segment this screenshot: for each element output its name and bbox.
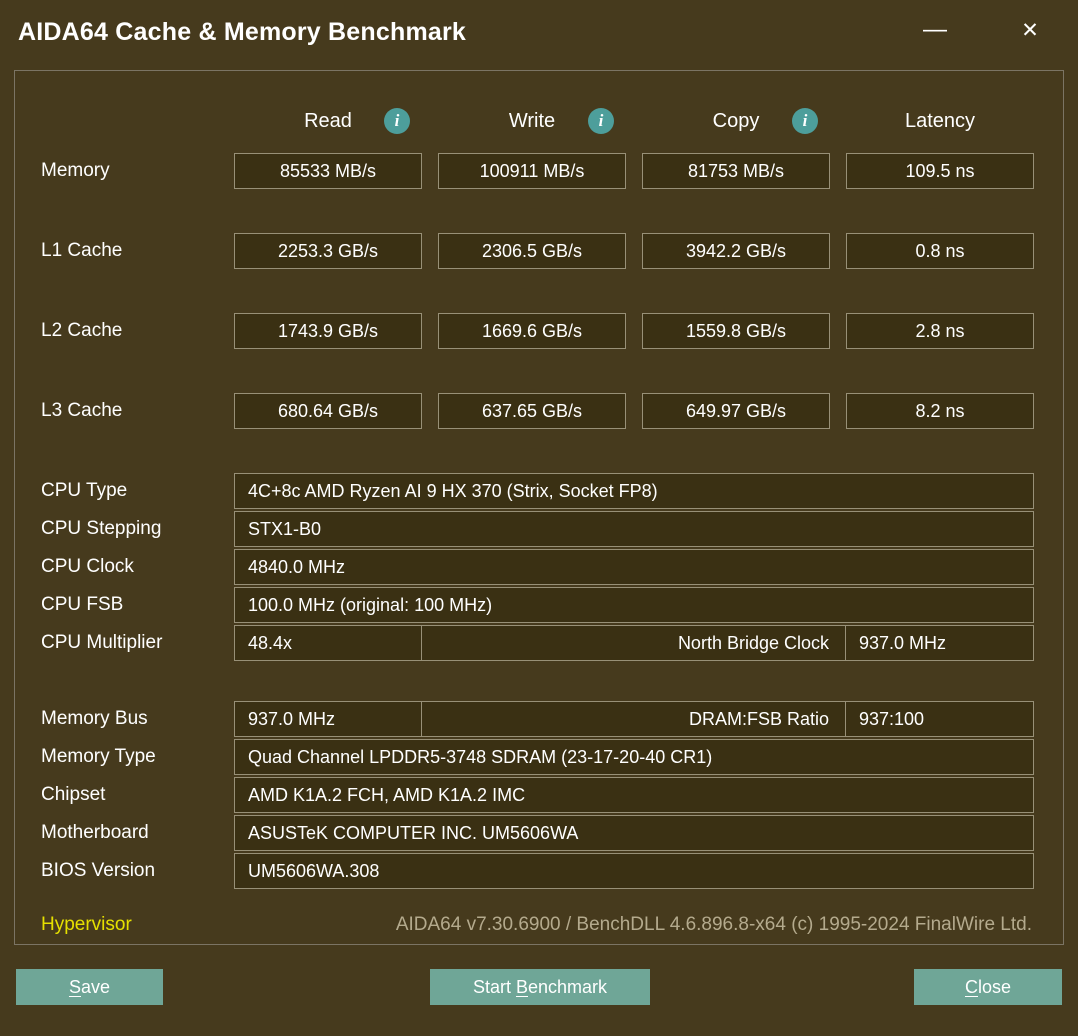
north-bridge-clock-label: North Bridge Clock — [421, 625, 846, 661]
info-label: CPU Clock — [41, 556, 134, 577]
info-row-cpu-type: CPU Type 4C+8c AMD Ryzen AI 9 HX 370 (St… — [15, 473, 1063, 509]
info-value-box: Quad Channel LPDDR5-3748 SDRAM (23-17-20… — [234, 739, 1034, 775]
info-row-chipset: Chipset AMD K1A.2 FCH, AMD K1A.2 IMC — [15, 777, 1063, 813]
benchmark-panel: Read i Write i Copy i Latency Memory 855… — [14, 70, 1064, 945]
titlebar-close-button[interactable]: ✕ — [1008, 10, 1052, 50]
row-label: L1 Cache — [41, 240, 123, 261]
hypervisor-label: Hypervisor — [41, 914, 132, 935]
value-box: 8.2 ns — [846, 393, 1034, 429]
bench-row-l1-cache: L1 Cache 2253.3 GB/s 2306.5 GB/s 3942.2 … — [15, 233, 1063, 269]
minimize-button[interactable]: — — [913, 10, 957, 50]
column-header-copy: Copy i — [642, 101, 830, 141]
column-header-label: Copy — [712, 109, 760, 132]
info-label: CPU Type — [41, 480, 128, 501]
info-value-box: STX1-B0 — [234, 511, 1034, 547]
value-box: 1743.9 GB/s — [234, 313, 422, 349]
value-box: 2253.3 GB/s — [234, 233, 422, 269]
info-label: Motherboard — [41, 822, 149, 843]
column-header-latency: Latency — [846, 101, 1034, 141]
column-header-read: Read i — [234, 101, 422, 141]
info-value-box: UM5606WA.308 — [234, 853, 1034, 889]
info-value-box: 4840.0 MHz — [234, 549, 1034, 585]
value-box: 680.64 GB/s — [234, 393, 422, 429]
value-box: 85533 MB/s — [234, 153, 422, 189]
button-label-part: Start — [472, 976, 516, 997]
info-row-cpu-multiplier: CPU Multiplier 48.4x North Bridge Clock … — [15, 625, 1063, 661]
info-row-cpu-clock: CPU Clock 4840.0 MHz — [15, 549, 1063, 585]
memory-bus-value-box: 937.0 MHz — [234, 701, 422, 737]
info-icon[interactable]: i — [588, 108, 614, 134]
button-access-key: C — [964, 976, 978, 997]
bench-row-l3-cache: L3 Cache 680.64 GB/s 637.65 GB/s 649.97 … — [15, 393, 1063, 429]
value-box: 109.5 ns — [846, 153, 1034, 189]
info-label: Memory Bus — [41, 708, 148, 729]
cpu-multiplier-value-box: 48.4x — [234, 625, 422, 661]
info-value-box: AMD K1A.2 FCH, AMD K1A.2 IMC — [234, 777, 1034, 813]
value-box: 1559.8 GB/s — [642, 313, 830, 349]
info-label: CPU Multiplier — [41, 632, 163, 653]
column-header-write: Write i — [438, 101, 626, 141]
button-access-key: B — [515, 976, 528, 997]
dram-fsb-ratio-value-box: 937:100 — [845, 701, 1034, 737]
info-icon-glyph: i — [802, 111, 808, 130]
value-box: 3942.2 GB/s — [642, 233, 830, 269]
column-header-row: Read i Write i Copy i Latency — [234, 101, 1034, 141]
value-box: 637.65 GB/s — [438, 393, 626, 429]
titlebar[interactable]: AIDA64 Cache & Memory Benchmark — ✕ — [0, 0, 1078, 70]
info-row-memory-type: Memory Type Quad Channel LPDDR5-3748 SDR… — [15, 739, 1063, 775]
button-label-part: enchmark — [528, 976, 608, 997]
close-button[interactable]: Close — [914, 969, 1062, 1005]
value-box: 100911 MB/s — [438, 153, 626, 189]
value-box: 1669.6 GB/s — [438, 313, 626, 349]
save-button[interactable]: Save — [16, 969, 163, 1005]
info-label: CPU FSB — [41, 594, 124, 615]
info-row-memory-bus: Memory Bus 937.0 MHz DRAM:FSB Ratio 937:… — [15, 701, 1063, 737]
start-benchmark-button[interactable]: Start Benchmark — [430, 969, 650, 1005]
info-value-box: 100.0 MHz (original: 100 MHz) — [234, 587, 1034, 623]
info-label: Memory Type — [41, 746, 156, 767]
button-label-part: lose — [977, 976, 1012, 997]
info-icon-glyph: i — [598, 111, 604, 130]
close-icon: ✕ — [1021, 18, 1039, 42]
column-header-label: Write — [508, 109, 556, 132]
bench-row-l2-cache: L2 Cache 1743.9 GB/s 1669.6 GB/s 1559.8 … — [15, 313, 1063, 349]
info-icon[interactable]: i — [384, 108, 410, 134]
info-row-motherboard: Motherboard ASUSTeK COMPUTER INC. UM5606… — [15, 815, 1063, 851]
row-label: L3 Cache — [41, 400, 123, 421]
column-header-label: Latency — [904, 109, 976, 132]
version-text: AIDA64 v7.30.6900 / BenchDLL 4.6.896.8-x… — [395, 914, 1032, 935]
window-title: AIDA64 Cache & Memory Benchmark — [18, 18, 467, 46]
value-box: 2.8 ns — [846, 313, 1034, 349]
info-label: BIOS Version — [41, 860, 156, 881]
minimize-icon: — — [923, 16, 947, 43]
row-label: Memory — [41, 160, 110, 181]
bench-row-memory: Memory 85533 MB/s 100911 MB/s 81753 MB/s… — [15, 153, 1063, 189]
value-box: 0.8 ns — [846, 233, 1034, 269]
value-box: 81753 MB/s — [642, 153, 830, 189]
aida64-benchmark-window: { "window": { "title": "AIDA64 Cache & M… — [0, 0, 1078, 1036]
info-label: CPU Stepping — [41, 518, 162, 539]
info-icon-glyph: i — [394, 111, 400, 130]
button-access-key: S — [68, 976, 81, 997]
info-value-box: 4C+8c AMD Ryzen AI 9 HX 370 (Strix, Sock… — [234, 473, 1034, 509]
info-value-box: ASUSTeK COMPUTER INC. UM5606WA — [234, 815, 1034, 851]
value-box: 2306.5 GB/s — [438, 233, 626, 269]
north-bridge-clock-value-box: 937.0 MHz — [845, 625, 1034, 661]
info-row-cpu-fsb: CPU FSB 100.0 MHz (original: 100 MHz) — [15, 587, 1063, 623]
info-row-bios-version: BIOS Version UM5606WA.308 — [15, 853, 1063, 889]
info-row-cpu-stepping: CPU Stepping STX1-B0 — [15, 511, 1063, 547]
column-header-label: Read — [304, 109, 352, 132]
info-icon[interactable]: i — [792, 108, 818, 134]
info-label: Chipset — [41, 784, 106, 805]
dram-fsb-ratio-label: DRAM:FSB Ratio — [421, 701, 846, 737]
button-label-part: ave — [80, 976, 111, 997]
value-box: 649.97 GB/s — [642, 393, 830, 429]
row-label: L2 Cache — [41, 320, 123, 341]
